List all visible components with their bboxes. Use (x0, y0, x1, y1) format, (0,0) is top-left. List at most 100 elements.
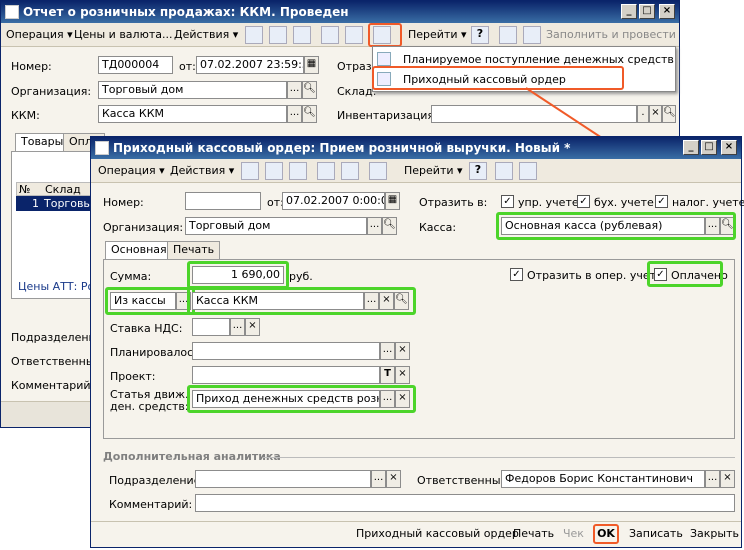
checkbox-oper[interactable]: ✓ (510, 268, 523, 281)
list-icon[interactable] (499, 26, 517, 44)
post-document-icon[interactable] (317, 162, 335, 180)
project-field[interactable] (192, 366, 380, 384)
search-icon[interactable]: 🔍︎ (662, 105, 676, 123)
cash-label: Касса: (419, 221, 457, 234)
comment-label: Комментарий: (11, 379, 95, 392)
help-icon[interactable]: ? (469, 162, 487, 180)
create-based-on-icon[interactable] (369, 162, 387, 180)
settings-list-icon[interactable] (519, 162, 537, 180)
clear-icon[interactable]: × (245, 318, 260, 336)
maximize-button[interactable]: □ (639, 4, 655, 19)
planned-label: Планировалось: (110, 346, 204, 359)
clear-icon[interactable]: × (649, 105, 662, 123)
transfer-icon[interactable] (293, 26, 311, 44)
help-icon[interactable]: ? (471, 26, 489, 44)
maximize-button[interactable]: □ (701, 140, 717, 155)
dept-field[interactable] (195, 470, 371, 488)
tab-print[interactable]: Печать (167, 241, 221, 259)
minimize-button[interactable]: _ (683, 140, 699, 155)
actions-menu[interactable]: Действия ▾ (167, 162, 237, 180)
vat-field[interactable] (192, 318, 230, 336)
project-label: Проект: (110, 370, 156, 383)
sum-label: Сумма: (110, 270, 152, 283)
tab-goods[interactable]: Товары (15, 133, 70, 151)
select-button[interactable]: ... (230, 318, 245, 336)
search-icon[interactable]: 🔍︎ (302, 81, 317, 99)
checkbox-oper-label: Отразить в опер. учете (527, 269, 663, 282)
goto-menu[interactable]: Перейти ▾ (401, 162, 466, 180)
resp-field[interactable]: Федоров Борис Константинович (501, 470, 705, 488)
refresh-icon[interactable] (269, 26, 287, 44)
number-field[interactable]: ТД000004 (98, 56, 173, 74)
fill-and-post-button[interactable]: Заполнить и провести (543, 26, 679, 44)
ok-button[interactable]: OK (593, 524, 619, 544)
unpost-document-icon[interactable] (341, 162, 359, 180)
close-button[interactable]: × (659, 4, 675, 19)
actions-menu[interactable]: Действия ▾ (171, 26, 241, 44)
search-icon[interactable]: 🔍︎ (302, 105, 317, 123)
unpost-document-icon[interactable] (345, 26, 363, 44)
dept-label: Подразделение: (109, 474, 205, 487)
checkbox-tax[interactable]: ✓ (655, 195, 668, 208)
from-label: от: (179, 60, 196, 73)
comment-field[interactable] (195, 494, 735, 512)
select-button[interactable]: ... (367, 217, 382, 235)
calendar-icon[interactable]: ▦ (385, 192, 400, 210)
goto-menu[interactable]: Перейти ▾ (405, 26, 470, 44)
checkbox-management[interactable]: ✓ (501, 195, 514, 208)
transfer-icon[interactable] (289, 162, 307, 180)
clear-icon[interactable]: × (395, 342, 410, 360)
select-button[interactable]: ... (287, 105, 302, 123)
clear-icon[interactable]: × (395, 366, 410, 384)
col-warehouse: Склад (45, 183, 81, 196)
row-number: 1 (32, 197, 39, 210)
operation-label: Операция (98, 164, 156, 177)
number-field[interactable] (185, 192, 261, 210)
kkm-field[interactable]: Касса ККМ (98, 105, 287, 123)
select-button[interactable]: ... (380, 342, 395, 360)
source-type-highlight (105, 287, 195, 315)
cash-receipt-window: Приходный кассовый ордер: Прием рознично… (90, 136, 744, 548)
actions-label: Действия (170, 164, 226, 177)
type-icon[interactable]: T (380, 366, 395, 384)
date-field[interactable]: 07.02.2007 23:59:59 (196, 56, 304, 74)
planned-field[interactable] (192, 342, 380, 360)
search-icon[interactable]: 🔍︎ (382, 217, 397, 235)
check-button[interactable]: Чек (563, 524, 584, 544)
prices-button[interactable]: Цены и валюта... (71, 26, 175, 44)
operation-menu[interactable]: Операция ▾ (3, 26, 76, 44)
settings-list-icon[interactable] (523, 26, 541, 44)
goods-header: № Склад (16, 182, 92, 196)
org-field[interactable]: Торговый дом (98, 81, 287, 99)
cash-receipt-title: Приходный кассовый ордер: Прием рознично… (91, 137, 741, 159)
select-button[interactable]: . (637, 105, 649, 123)
close-form-button[interactable]: Закрыть (690, 524, 739, 544)
calendar-icon[interactable]: ▦ (304, 56, 319, 74)
refresh-icon[interactable] (265, 162, 283, 180)
print-pko-button[interactable]: Приходный кассовый ордер (356, 524, 519, 544)
select-button[interactable]: ... (371, 470, 386, 488)
arrow-left-icon[interactable] (245, 26, 263, 44)
table-row[interactable]: 1 Торговы (16, 196, 92, 211)
minimize-button[interactable]: _ (621, 4, 637, 19)
tab-main[interactable]: Основная (105, 241, 173, 259)
kassa-kkm-highlight (187, 287, 416, 315)
arrow-left-icon[interactable] (241, 162, 259, 180)
select-button[interactable]: ... (287, 81, 302, 99)
print-button[interactable]: Печать (513, 524, 554, 544)
clear-icon[interactable]: × (386, 470, 401, 488)
operation-menu[interactable]: Операция ▾ (95, 162, 168, 180)
number-label: Номер: (103, 196, 144, 209)
checkbox-accounting[interactable]: ✓ (577, 195, 590, 208)
org-field[interactable]: Торговый дом (185, 217, 367, 235)
post-document-icon[interactable] (321, 26, 339, 44)
list-icon[interactable] (495, 162, 513, 180)
dept-label: Подразделение (11, 331, 103, 344)
close-button[interactable]: × (721, 140, 737, 155)
save-button[interactable]: Записать (629, 524, 683, 544)
number-label: Номер: (11, 60, 52, 73)
cash-receipt-toolbar: Операция ▾ Действия ▾ Перейти ▾ ? (91, 159, 741, 183)
select-button[interactable]: ... (705, 470, 720, 488)
clear-icon[interactable]: × (720, 470, 735, 488)
date-field[interactable]: 07.02.2007 0:00:00 (282, 192, 385, 210)
